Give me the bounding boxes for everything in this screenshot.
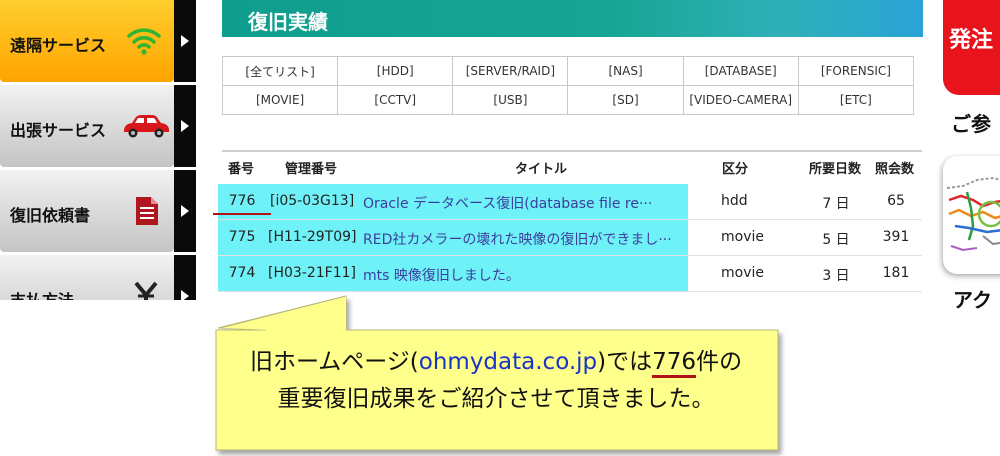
sidebar-item-remote-service[interactable]: 遠隔サービス [0,0,196,82]
sidebar-arrow[interactable] [174,0,196,82]
record-views: 181 [882,265,910,281]
callout-line-1: 旧ホームページ(ohmydata.co.jp)では776件の [216,344,776,381]
order-button[interactable]: 発注 [943,0,1000,95]
callout-text: 旧ホームページ( [249,349,419,375]
column-header-views: 照会数 [875,162,915,177]
wifi-icon [127,28,161,55]
record-days: 3 日 [822,268,850,284]
section-banner: 復旧実績 [222,0,923,37]
record-views: 391 [882,229,910,245]
sidebar-arrow[interactable] [174,255,196,300]
category-server-raid-link[interactable]: [SERVER/RAID] [452,56,569,86]
document-icon [136,197,158,225]
page-title: 復旧実績 [248,10,328,34]
table-row[interactable]: 775 [H11-29T09] RED社カメラーの壊れた映像の復旧ができまし··… [218,220,922,256]
category-usb-link[interactable]: [USB] [452,85,569,115]
record-manage-number: [i05-03G13] [270,193,355,209]
record-days: 5 日 [822,232,850,248]
sidebar-item-label: 遠隔サービス [10,36,107,55]
record-manage-number: [H11-29T09] [268,229,357,245]
record-days: 7 日 [822,196,850,212]
column-header-number: 番号 [228,162,255,177]
access-heading: アク [953,288,992,312]
record-number: 774 [228,265,256,281]
sidebar-item-request-form[interactable]: 復旧依頼書 [0,170,196,252]
category-nas-link[interactable]: [NAS] [567,56,684,86]
column-header-manage-number: 管理番号 [285,162,338,177]
access-map-card[interactable] [943,156,1000,274]
category-filter-grid: [全てリスト] [HDD] [SERVER/RAID] [NAS] [DATAB… [221,56,915,115]
yen-icon [134,281,158,300]
car-icon [124,115,169,138]
category-sd-link[interactable]: [SD] [567,85,684,115]
sidebar-item-onsite-service[interactable]: 出張サービス [0,85,196,167]
callout-line-2: 重要復旧成果をご紹介させて頂きました。 [277,386,715,412]
annotation-underline [213,213,271,215]
category-movie-link[interactable]: [MOVIE] [221,85,339,115]
category-hdd-link[interactable]: [HDD] [337,56,454,86]
callout-message: 旧ホームページ(ohmydata.co.jp)では776件の 重要復旧成果をご紹… [216,344,776,418]
record-category: hdd [721,193,748,209]
callout-text: 件の [696,349,743,375]
sidebar-arrow[interactable] [174,85,196,167]
column-header-title: タイトル [515,162,568,177]
column-header-category: 区分 [722,162,749,177]
column-header-days: 所要日数 [809,162,862,177]
record-category: movie [721,229,764,245]
record-category: movie [721,265,764,281]
record-manage-number: [H03-21F11] [268,265,356,281]
record-title-link[interactable]: mts 映像復旧しました。 [363,265,681,285]
route-map-icon [946,176,1000,252]
table-row[interactable]: 774 [H03-21F11] mts 映像復旧しました。 movie 3 日 … [218,256,922,292]
category-all-link[interactable]: [全てリスト] [221,56,339,86]
record-views: 65 [887,193,905,209]
order-button-label: 発注 [949,28,994,53]
sidebar-item-payment[interactable]: 支払方法 [0,255,196,300]
sidebar-item-label: 支払方法 [10,287,74,300]
callout-text: )では [597,349,653,375]
reference-heading: ご参 [951,112,991,136]
sidebar-item-label: 出張サービス [10,121,107,140]
record-count: 776 [652,349,697,378]
category-database-link[interactable]: [DATABASE] [682,56,799,86]
table-row[interactable]: 776 [i05-03G13] Oracle データベース復旧(database… [218,184,922,220]
category-etc-link[interactable]: [ETC] [797,85,915,115]
category-forensic-link[interactable]: [FORENSIC] [797,56,915,86]
sidebar-item-label: 復旧依頼書 [10,206,91,225]
category-row: [MOVIE] [CCTV] [USB] [SD] [VIDEO-CAMERA]… [221,85,915,115]
sidebar-menu: 遠隔サービス 出張サービス 復旧依頼書 [0,0,196,300]
old-site-link[interactable]: ohmydata.co.jp [419,349,597,375]
sidebar-arrow[interactable] [174,170,196,252]
record-number: 775 [228,229,256,245]
record-number: 776 [228,193,256,209]
category-cctv-link[interactable]: [CCTV] [337,85,454,115]
record-title-link[interactable]: Oracle データベース復旧(database file re··· [363,193,681,213]
record-title-link[interactable]: RED社カメラーの壊れた映像の復旧ができまし··· [363,229,681,249]
category-row: [全てリスト] [HDD] [SERVER/RAID] [NAS] [DATAB… [221,56,915,86]
table-header-divider [222,150,922,152]
category-video-camera-link[interactable]: [VIDEO-CAMERA] [682,85,799,115]
